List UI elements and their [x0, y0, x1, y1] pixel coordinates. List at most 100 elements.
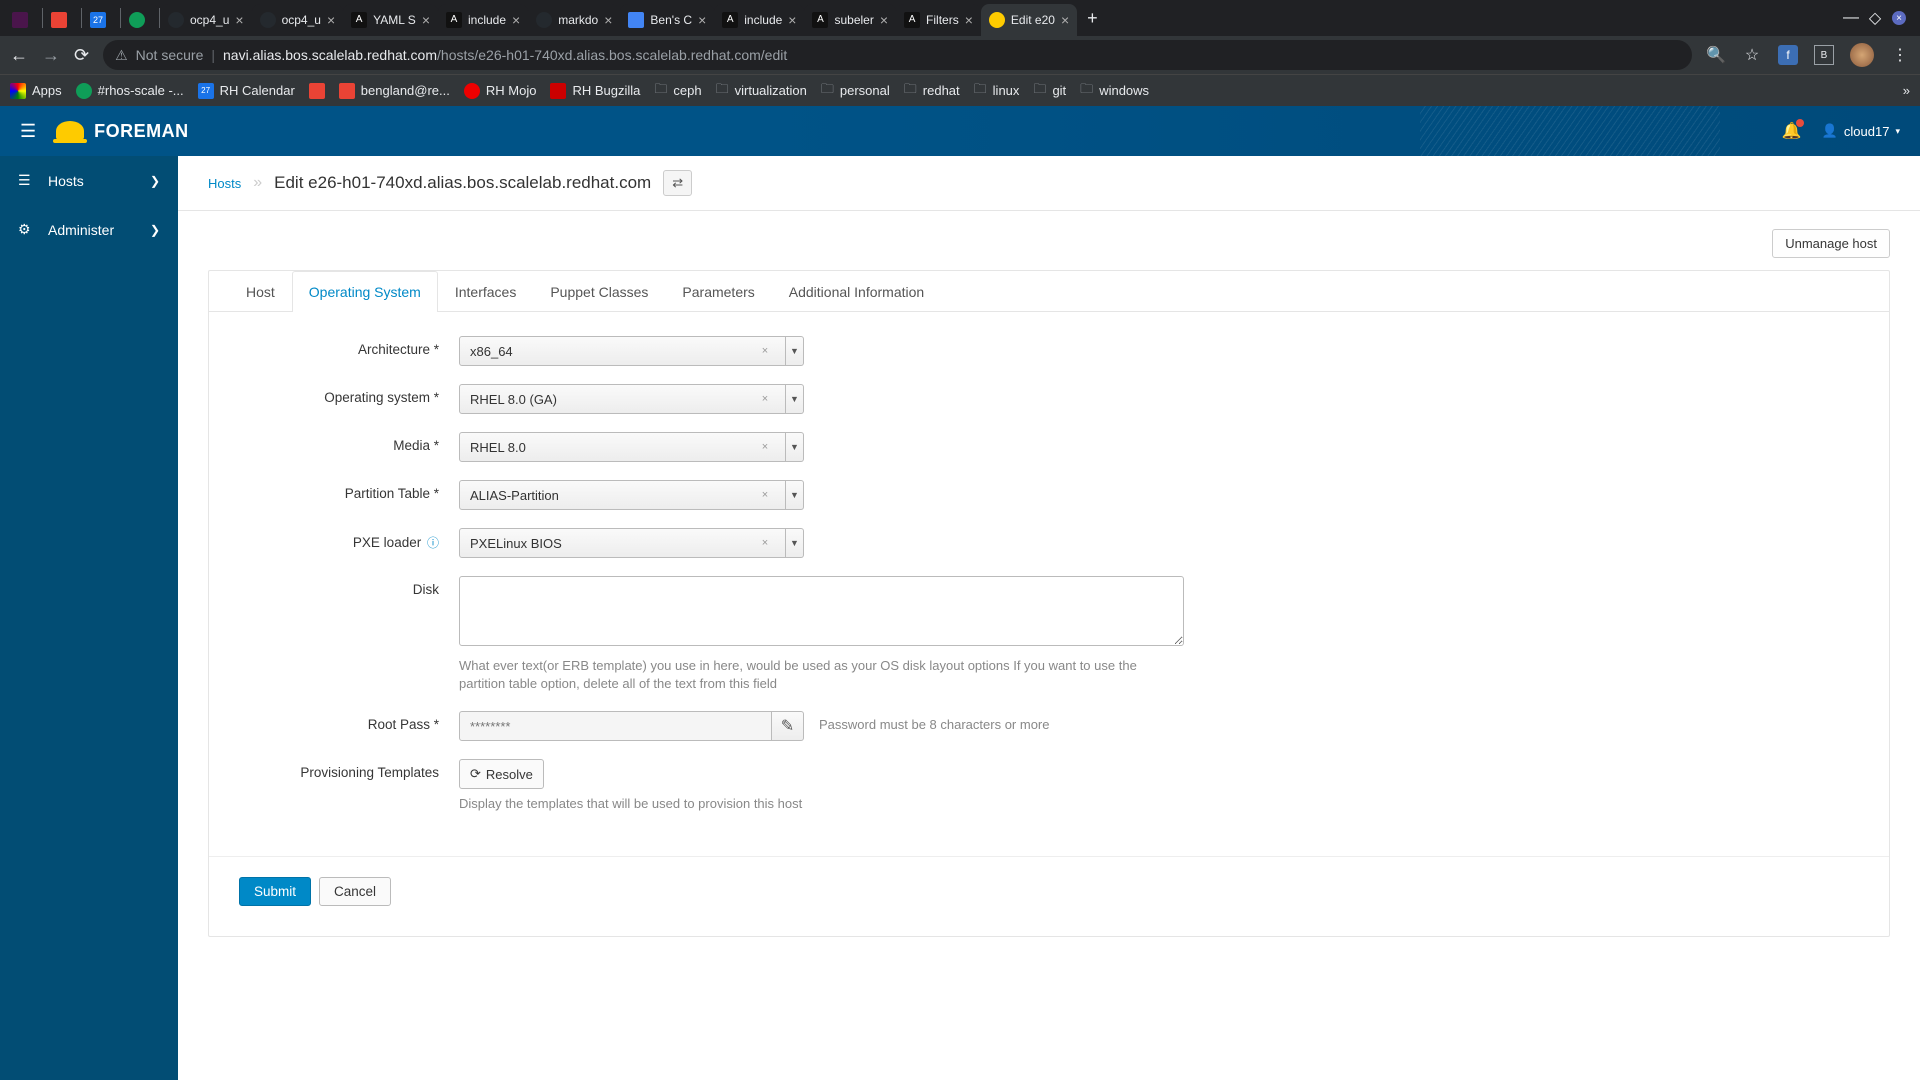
- clear-icon[interactable]: ×: [755, 537, 775, 549]
- os-select[interactable]: RHEL 8.0 (GA)× ▼: [459, 384, 804, 414]
- close-icon[interactable]: ×: [965, 12, 973, 28]
- browser-tab[interactable]: [4, 4, 42, 36]
- bookmark-folder[interactable]: 🗀redhat: [904, 80, 960, 102]
- logo[interactable]: FOREMAN: [56, 121, 189, 142]
- chevron-right-icon: ❯: [150, 223, 160, 237]
- bookmark-item[interactable]: [309, 83, 325, 99]
- media-select[interactable]: RHEL 8.0× ▼: [459, 432, 804, 462]
- chevron-down-icon[interactable]: ▼: [786, 432, 804, 462]
- chevron-right-icon: ❯: [150, 174, 160, 188]
- address-bar: ← → ⟳ ⚠ Not secure | navi.alias.bos.scal…: [0, 36, 1920, 74]
- star-icon[interactable]: ☆: [1742, 45, 1762, 65]
- close-icon[interactable]: ×: [604, 12, 612, 28]
- bookmark-item[interactable]: RH Mojo: [464, 83, 537, 99]
- search-icon[interactable]: 🔍: [1706, 45, 1726, 65]
- bookmark-folder[interactable]: 🗀git: [1033, 80, 1066, 102]
- tab-interfaces[interactable]: Interfaces: [438, 271, 533, 312]
- browser-tab[interactable]: AYAML S×: [343, 4, 438, 36]
- hamburger-icon[interactable]: ☰: [20, 121, 36, 142]
- browser-tab[interactable]: [121, 4, 159, 36]
- tab-parameters[interactable]: Parameters: [665, 271, 771, 312]
- clear-icon[interactable]: ×: [755, 441, 775, 453]
- back-icon[interactable]: ←: [10, 45, 28, 66]
- browser-tab[interactable]: Asubeler×: [804, 4, 896, 36]
- menu-icon[interactable]: ⋮: [1890, 45, 1910, 65]
- sidebar: ☰ Hosts ❯ ⚙ Administer ❯: [0, 156, 178, 1080]
- close-icon[interactable]: ×: [327, 12, 335, 28]
- forward-icon[interactable]: →: [42, 45, 60, 66]
- bookmark-apps[interactable]: Apps: [10, 83, 62, 99]
- close-icon[interactable]: ×: [698, 12, 706, 28]
- bookmark-item[interactable]: #rhos-scale -...: [76, 83, 184, 99]
- bookmark-folder[interactable]: 🗀linux: [974, 80, 1020, 102]
- browser-tab[interactable]: [43, 4, 81, 36]
- bookmark-item[interactable]: 27RH Calendar: [198, 83, 295, 99]
- close-icon[interactable]: ×: [512, 12, 520, 28]
- browser-tab[interactable]: 27: [82, 4, 120, 36]
- pencil-icon: ✎: [781, 716, 794, 736]
- submit-button[interactable]: Submit: [239, 877, 311, 906]
- folder-icon: 🗀: [654, 80, 667, 102]
- resolve-button[interactable]: ⟳Resolve: [459, 759, 544, 789]
- close-icon[interactable]: ×: [422, 12, 430, 28]
- bookmark-folder[interactable]: 🗀virtualization: [716, 80, 807, 102]
- cancel-button[interactable]: Cancel: [319, 877, 391, 906]
- bookmark-folder[interactable]: 🗀personal: [821, 80, 890, 102]
- notifications-icon[interactable]: 🔔: [1782, 121, 1802, 141]
- tab-host[interactable]: Host: [229, 271, 292, 312]
- tab-puppet-classes[interactable]: Puppet Classes: [533, 271, 665, 312]
- breadcrumb-root[interactable]: Hosts: [208, 176, 241, 191]
- chevron-down-icon[interactable]: ▼: [786, 480, 804, 510]
- clear-icon[interactable]: ×: [755, 345, 775, 357]
- browser-tab[interactable]: Ben's C×: [620, 4, 714, 36]
- tabs: Host Operating System Interfaces Puppet …: [209, 271, 1889, 312]
- browser-tab[interactable]: Ainclude×: [438, 4, 528, 36]
- tab-operating-system[interactable]: Operating System: [292, 271, 438, 312]
- new-tab-button[interactable]: +: [1077, 8, 1108, 29]
- swap-button[interactable]: ⇄: [663, 170, 692, 196]
- browser-tab[interactable]: ocp4_u×: [252, 4, 344, 36]
- chevron-down-icon[interactable]: ▼: [786, 528, 804, 558]
- close-icon[interactable]: ×: [788, 12, 796, 28]
- pxe-loader-select[interactable]: PXELinux BIOS× ▼: [459, 528, 804, 558]
- browser-tab[interactable]: Ainclude×: [714, 4, 804, 36]
- bookmarks-overflow-icon[interactable]: »: [1903, 83, 1910, 98]
- browser-tab[interactable]: ocp4_u×: [160, 4, 252, 36]
- user-menu[interactable]: 👤 cloud17 ▾: [1822, 123, 1900, 139]
- unmanage-host-button[interactable]: Unmanage host: [1772, 229, 1890, 258]
- clear-icon[interactable]: ×: [755, 489, 775, 501]
- browser-tab-active[interactable]: Edit e20×: [981, 4, 1077, 36]
- apps-icon: [10, 83, 26, 99]
- architecture-select[interactable]: x86_64× ▼: [459, 336, 804, 366]
- close-icon[interactable]: ×: [235, 12, 243, 28]
- tab-additional-information[interactable]: Additional Information: [772, 271, 941, 312]
- main-content: Hosts » Edit e26-h01-740xd.alias.bos.sca…: [178, 156, 1920, 1080]
- bookmark-item[interactable]: bengland@re...: [339, 83, 450, 99]
- extension-icon[interactable]: f: [1778, 45, 1798, 65]
- chevron-down-icon[interactable]: ▼: [786, 384, 804, 414]
- root-pass-input[interactable]: [459, 711, 772, 741]
- close-window-icon[interactable]: ×: [1892, 11, 1906, 25]
- edit-password-button[interactable]: ✎: [772, 711, 804, 741]
- info-icon[interactable]: ⓘ: [427, 536, 439, 550]
- extension-icon[interactable]: B: [1814, 45, 1834, 65]
- minimize-icon[interactable]: —: [1844, 11, 1858, 25]
- maximize-icon[interactable]: ◇: [1868, 11, 1882, 25]
- close-icon[interactable]: ×: [1061, 12, 1069, 28]
- browser-tab[interactable]: markdo×: [528, 4, 620, 36]
- bookmark-folder[interactable]: 🗀windows: [1080, 80, 1149, 102]
- close-icon[interactable]: ×: [880, 12, 888, 28]
- bookmarks-bar: Apps #rhos-scale -... 27RH Calendar beng…: [0, 74, 1920, 106]
- clear-icon[interactable]: ×: [755, 393, 775, 405]
- profile-avatar[interactable]: [1850, 43, 1874, 67]
- reload-icon[interactable]: ⟳: [74, 45, 89, 66]
- sidebar-item-hosts[interactable]: ☰ Hosts ❯: [0, 156, 178, 205]
- chevron-down-icon[interactable]: ▼: [786, 336, 804, 366]
- bookmark-folder[interactable]: 🗀ceph: [654, 80, 701, 102]
- url-input[interactable]: ⚠ Not secure | navi.alias.bos.scalelab.r…: [103, 40, 1692, 70]
- browser-tab[interactable]: AFilters×: [896, 4, 981, 36]
- bookmark-item[interactable]: RH Bugzilla: [550, 83, 640, 99]
- partition-table-select[interactable]: ALIAS-Partition× ▼: [459, 480, 804, 510]
- sidebar-item-administer[interactable]: ⚙ Administer ❯: [0, 205, 178, 254]
- disk-textarea[interactable]: [459, 576, 1184, 646]
